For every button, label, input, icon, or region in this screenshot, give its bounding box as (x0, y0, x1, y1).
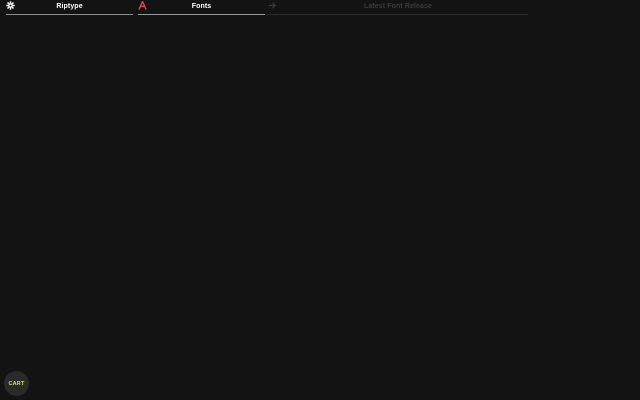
tab-latest-label: Latest Font Release (363, 3, 433, 10)
tab-latest-font-release[interactable]: Latest Font Release (268, 0, 528, 15)
tab-fonts-label: Fonts (191, 3, 212, 10)
tab-riptype-label: Riptype (56, 3, 83, 10)
tab-fonts[interactable]: Fonts (138, 0, 265, 15)
cart-label: CART (8, 380, 25, 387)
cart-button[interactable]: CART (4, 371, 29, 396)
tab-riptype[interactable]: Riptype (6, 0, 133, 15)
app-root: Riptype Fonts Latest Font Release CART (0, 0, 640, 400)
top-navigation: Riptype Fonts Latest Font Release (0, 0, 640, 16)
